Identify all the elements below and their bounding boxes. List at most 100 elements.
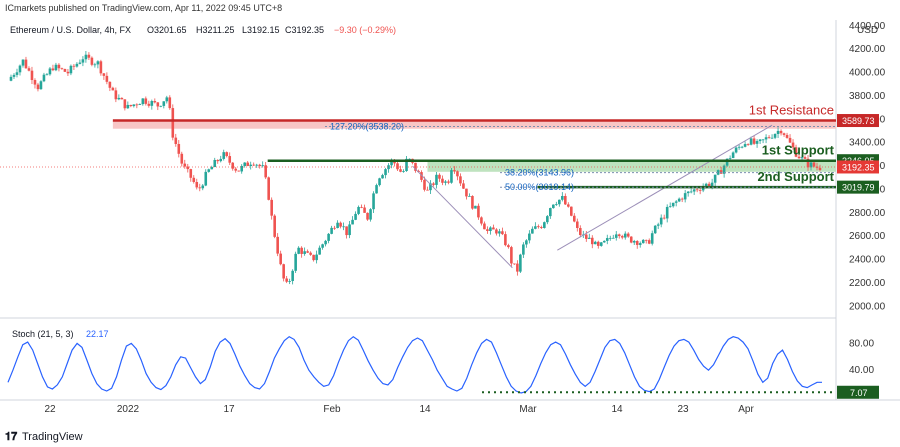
candle-body <box>779 130 783 134</box>
candle-body <box>12 74 16 77</box>
candle-body <box>369 209 372 220</box>
candle-body <box>138 104 142 105</box>
candle-body <box>147 103 151 106</box>
candle-body <box>207 169 211 172</box>
candle-body <box>692 189 696 192</box>
candle-body <box>680 198 684 200</box>
candle-body <box>111 87 115 91</box>
candle-body <box>330 227 333 234</box>
candle-body <box>776 130 780 134</box>
candle-body <box>653 225 657 234</box>
candle-body <box>180 153 184 164</box>
candle-body <box>650 233 654 244</box>
candle-body <box>30 70 34 81</box>
candle-body <box>51 68 55 71</box>
candle-body <box>584 234 588 239</box>
candle-body <box>93 64 97 66</box>
candle-body <box>300 247 303 254</box>
candle-body <box>255 164 258 166</box>
candle-body <box>668 206 672 208</box>
candle-body <box>132 104 136 107</box>
candle-body <box>543 222 546 228</box>
second-support-label: 2nd Support <box>757 169 834 184</box>
stoch-tick-label: 40.00 <box>849 365 874 376</box>
candle-body <box>435 174 438 185</box>
candle-body <box>237 170 241 172</box>
candle-body <box>761 139 765 141</box>
price-tick-label: 2800.00 <box>849 208 886 219</box>
candle-body <box>456 171 459 177</box>
candle-body <box>752 138 756 144</box>
candle-body <box>477 205 480 218</box>
candle-body <box>213 159 217 168</box>
candle-body <box>659 217 663 225</box>
candle-body <box>21 59 25 66</box>
candle-body <box>345 226 348 236</box>
price-tick-label: 2000.00 <box>849 301 886 312</box>
candle-body <box>531 228 534 234</box>
candle-body <box>773 133 777 138</box>
candle-body <box>252 164 255 166</box>
candle-body <box>737 146 741 148</box>
candle-body <box>246 162 250 167</box>
candle-body <box>312 254 315 261</box>
candle-body <box>674 201 678 203</box>
resistance-label: 1st Resistance <box>749 103 834 118</box>
time-tick-label: 23 <box>677 404 689 415</box>
stoch-marker-value: 7.07 <box>850 388 868 398</box>
candle-body <box>519 254 522 272</box>
candle-body <box>611 237 615 239</box>
candle-body <box>18 65 22 73</box>
candle-body <box>495 229 498 234</box>
candle-body <box>480 217 483 224</box>
time-tick-label: 2022 <box>117 404 140 415</box>
candle-body <box>39 81 43 90</box>
candle-body <box>309 252 312 255</box>
candle-body <box>198 187 202 189</box>
price-tag-value: 3589.73 <box>842 116 875 126</box>
candle-body <box>576 221 579 228</box>
candle-body <box>570 206 573 216</box>
candle-body <box>99 61 103 74</box>
tradingview-logo: 𝟏𝟕 <box>5 431 18 443</box>
candle-body <box>66 71 70 74</box>
candle-body <box>758 139 762 142</box>
candle-body <box>656 224 660 226</box>
candle-body <box>135 104 139 106</box>
candle-body <box>474 205 477 209</box>
time-tick-label: Mar <box>519 404 537 415</box>
candle-body <box>57 64 61 69</box>
candle-body <box>9 76 13 81</box>
candle-body <box>608 237 612 239</box>
candle-body <box>153 101 157 103</box>
candle-body <box>501 231 504 235</box>
candle-body <box>60 68 64 70</box>
candle-body <box>728 157 732 159</box>
candle-body <box>450 170 453 183</box>
candle-body <box>291 270 294 282</box>
candle-body <box>108 81 112 88</box>
candle-body <box>183 163 187 167</box>
candle-body <box>285 278 288 282</box>
candle-body <box>593 241 597 245</box>
candle-body <box>510 247 513 264</box>
candle-body <box>549 208 552 217</box>
candle-body <box>537 226 540 228</box>
candle-body <box>561 196 564 200</box>
tradingview-icon: 𝟏𝟕 <box>5 431 18 443</box>
candle-body <box>540 227 543 228</box>
candle-body <box>63 69 67 72</box>
candle-body <box>438 174 441 179</box>
candle-body <box>399 169 402 172</box>
price-tag: 3019.79 <box>837 180 879 194</box>
candle-body <box>162 101 166 106</box>
candle-body <box>507 245 510 248</box>
candle-body <box>96 61 100 65</box>
candle-body <box>734 147 738 153</box>
candle-body <box>462 183 465 189</box>
stoch-marker-tag: 7.07 <box>837 385 879 399</box>
candle-body <box>686 191 690 194</box>
candle-body <box>587 237 591 239</box>
candle-body <box>677 198 681 202</box>
stoch-value: 22.17 <box>86 329 109 339</box>
